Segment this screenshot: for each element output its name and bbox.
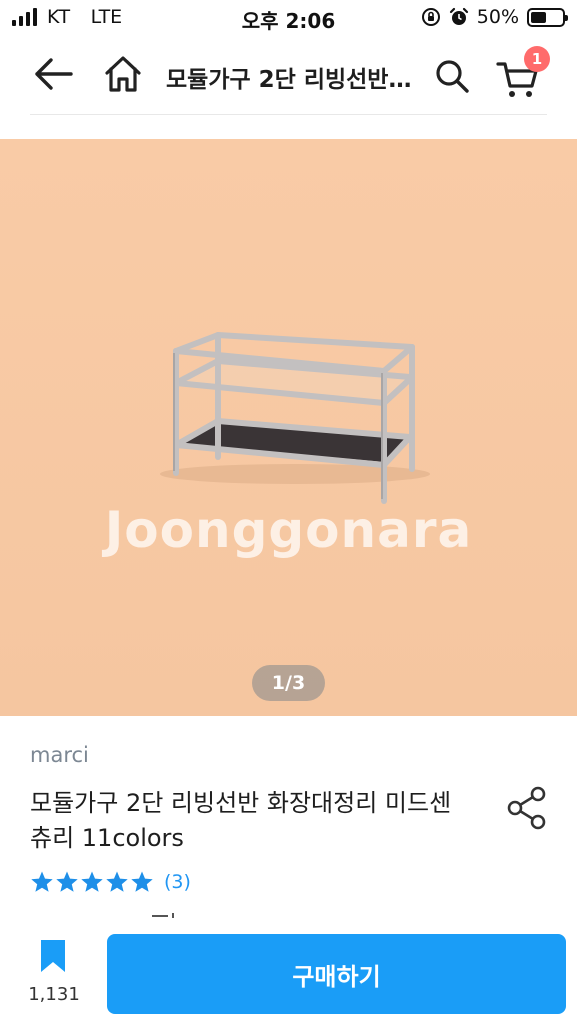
header-title: 모듈가구 2단 리빙선반 화장대정리 미드센츄리 11colors (166, 67, 416, 93)
app-header: 모듈가구 2단 리빙선반 화장대정리 미드센츄리 11colors 1 (0, 38, 577, 114)
product-title: 모듈가구 2단 리빙선반 화장대정리 미드센츄리 11colors (30, 789, 452, 852)
bookmark-count: 1,131 (28, 984, 80, 1005)
star-icon (31, 871, 53, 892)
cart-count-badge: 1 (524, 46, 550, 72)
status-right: 50% (421, 6, 568, 28)
orientation-lock-icon (421, 8, 440, 26)
rating-stars (30, 870, 154, 894)
star-icon (81, 871, 103, 892)
battery-percent: 50% (476, 6, 519, 28)
bottom-bar: 1,131 구매하기 (0, 913, 577, 1024)
review-count[interactable]: (3) (164, 871, 191, 893)
image-pager: 1/3 (252, 665, 325, 701)
product-image[interactable]: Joonggonara 1/3 (0, 139, 577, 716)
buy-button[interactable]: 구매하기 (107, 934, 566, 1014)
search-icon (436, 60, 469, 93)
star-icon (131, 871, 153, 892)
home-icon (105, 56, 141, 92)
watermark: Joonggonara (104, 501, 473, 559)
alarm-icon (449, 7, 468, 25)
cart-button[interactable]: 1 (494, 46, 550, 100)
status-bar: KT LTE 오후 2:06 50% (0, 0, 577, 38)
battery-fill (531, 11, 546, 23)
rating[interactable]: (3) (30, 870, 191, 894)
home-button[interactable] (100, 50, 146, 98)
star-icon (106, 871, 128, 892)
scrolled-content-peek (152, 913, 174, 918)
search-button[interactable] (430, 54, 474, 98)
share-button[interactable] (503, 784, 551, 832)
battery-icon (527, 7, 568, 27)
bookmark-button[interactable]: 1,131 (28, 938, 80, 1016)
back-arrow-icon (35, 58, 73, 90)
star-icon (56, 871, 78, 892)
share-icon (507, 786, 546, 830)
back-button[interactable] (28, 52, 78, 96)
header-divider (30, 114, 547, 115)
shelf-photo (0, 139, 577, 716)
seller-name[interactable]: marci (30, 743, 89, 767)
bookmark-icon (41, 940, 65, 972)
